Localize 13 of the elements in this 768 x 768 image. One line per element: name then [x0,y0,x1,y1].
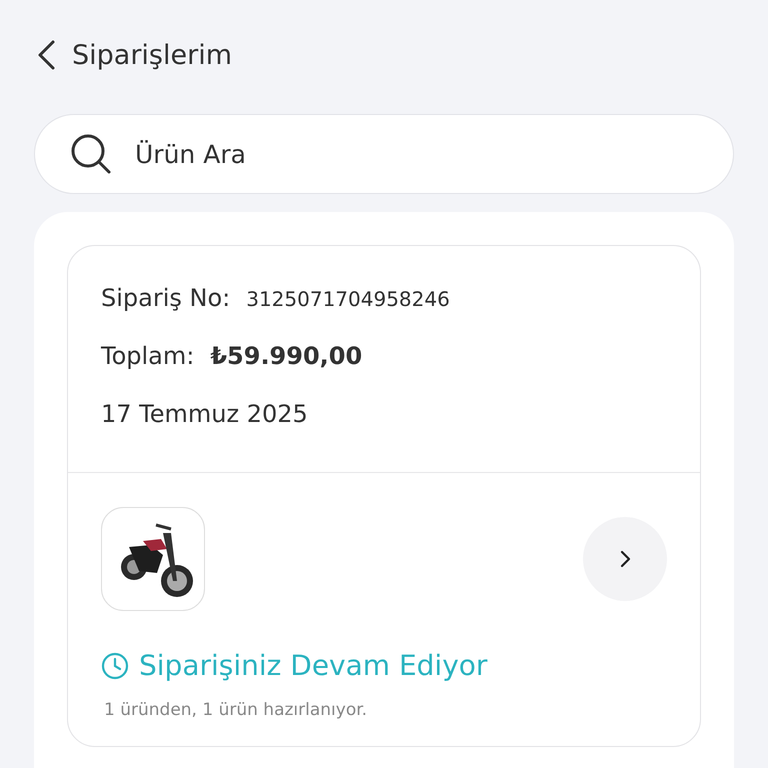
total-amount: ₺59.990,00 [210,342,362,370]
status-summary: 1 üründen, 1 ürün hazırlanıyor. [103,699,368,722]
total-label: Toplam: [101,342,194,370]
chevron-right-icon [619,549,631,569]
page-title: Siparişlerim [72,40,232,70]
order-date: 17 Temmuz 2025 [101,400,308,428]
order-status: Siparişiniz Devam Ediyor [139,649,488,682]
search-field[interactable]: Ürün Ara [34,114,734,194]
search-icon [69,132,113,176]
order-number-label: Sipariş No: [101,284,230,312]
clock-icon [101,652,129,680]
order-number: 3125071704958246 [246,287,450,311]
back-icon[interactable] [36,39,56,71]
